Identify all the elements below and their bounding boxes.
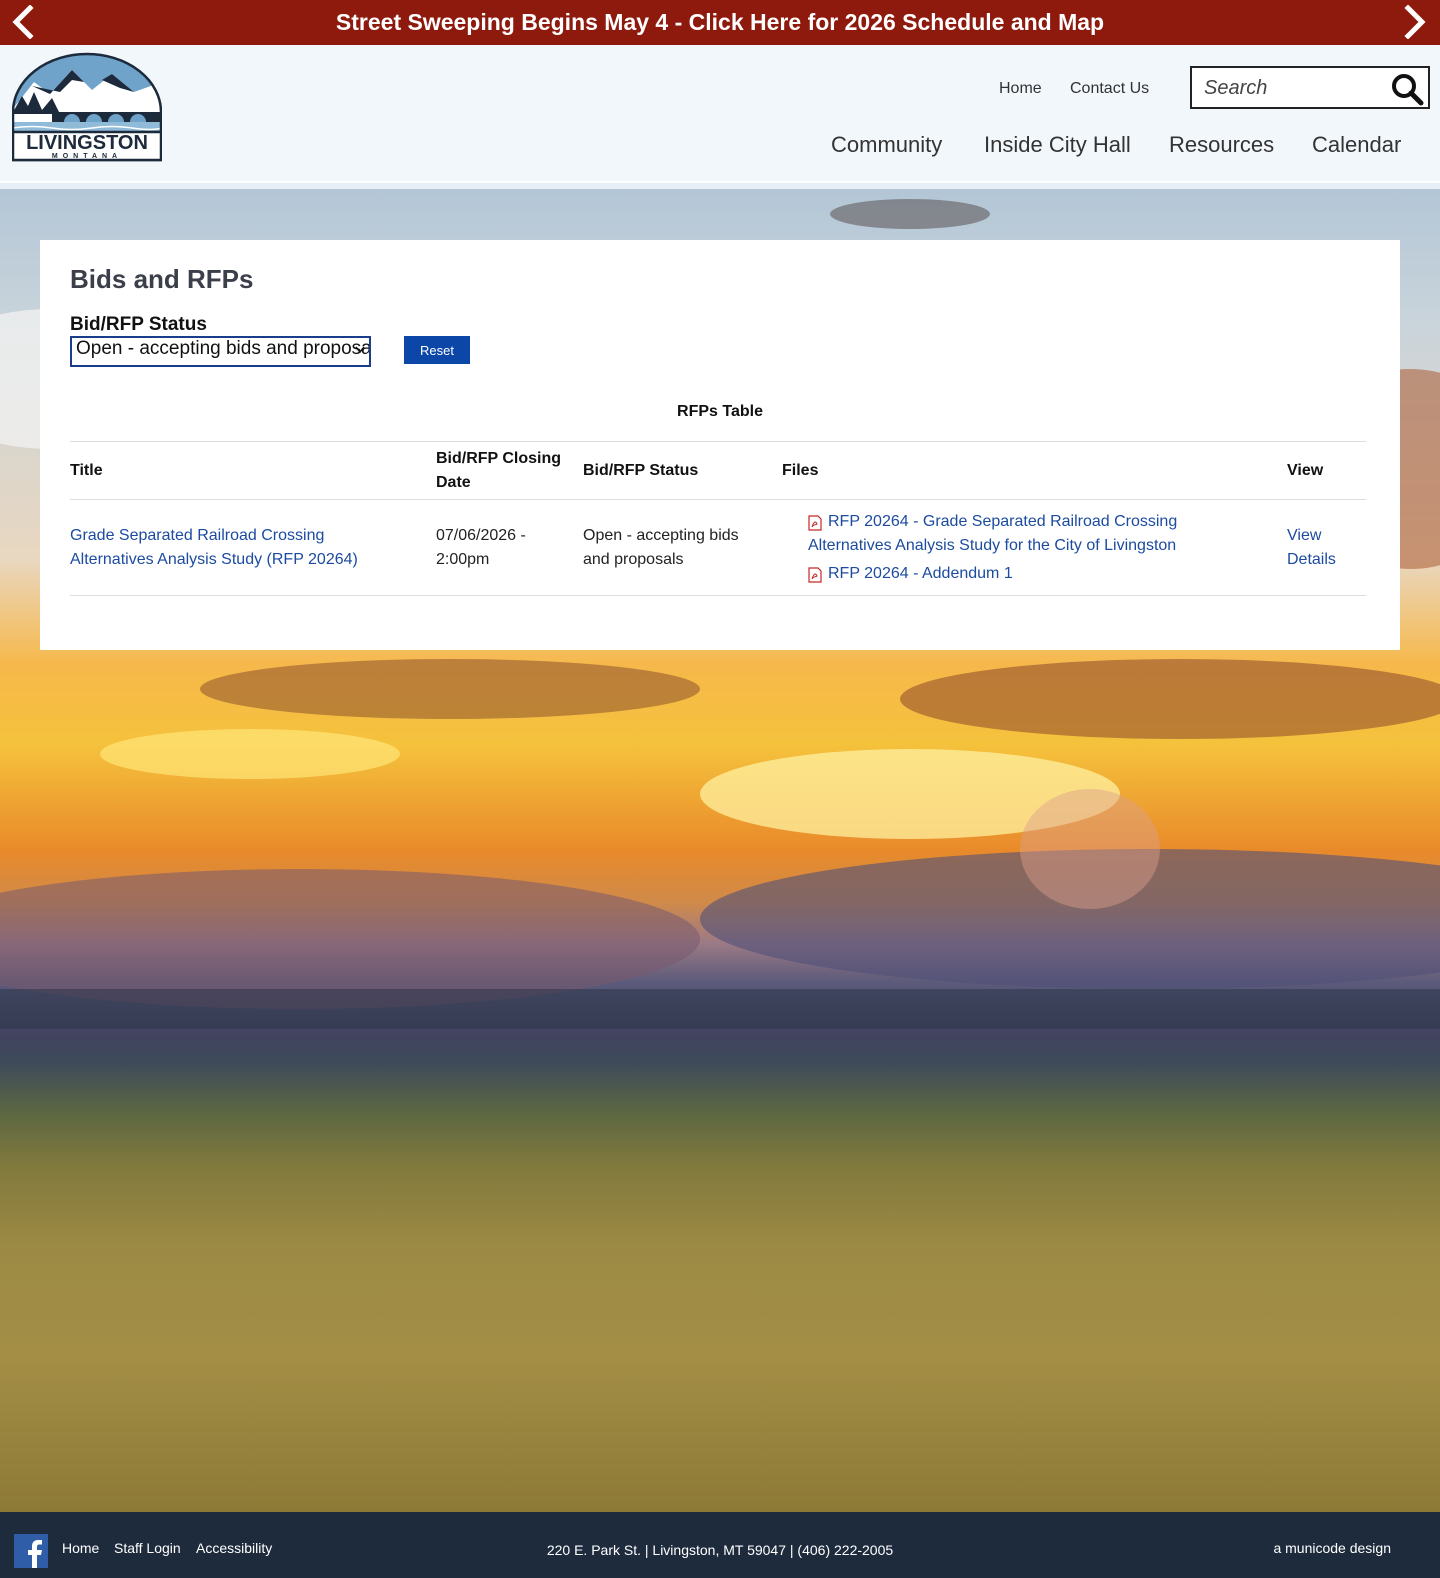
file-link-addendum[interactable]: RFP 20264 - Addendum 1 (808, 562, 1013, 586)
table-caption: RFPs Table (677, 403, 763, 420)
nav-community[interactable]: Community (831, 132, 942, 158)
alert-banner: Street Sweeping Begins May 4 - Click Her… (0, 0, 1440, 45)
chevron-left-icon[interactable] (8, 5, 38, 39)
nav-calendar[interactable]: Calendar (1312, 132, 1401, 158)
site-footer: Home Staff Login Accessibility 220 E. Pa… (0, 1512, 1440, 1578)
alert-link[interactable]: Street Sweeping Begins May 4 - Click Her… (336, 9, 1104, 36)
header-view: View (1287, 441, 1366, 500)
table-row: Grade Separated Railroad Crossing Altern… (70, 499, 1366, 596)
content-panel: Bids and RFPs Bid/RFP Status Open - acce… (40, 240, 1400, 650)
nav-resources[interactable]: Resources (1169, 132, 1274, 158)
rfp-title-link[interactable]: Grade Separated Railroad Crossing Altern… (70, 524, 380, 572)
view-details-link[interactable]: View Details (1287, 524, 1347, 572)
svg-text:MONTANA: MONTANA (52, 153, 122, 160)
file-item: RFP 20264 - Addendum 1 (782, 562, 1287, 586)
rfp-table: Title Bid/RFP Closing Date Bid/RFP Statu… (70, 441, 1366, 596)
pdf-icon (808, 566, 822, 583)
svg-text:LIVINGSTON: LIVINGSTON (26, 132, 148, 154)
page-title: Bids and RFPs (70, 264, 254, 294)
footer-address: 220 E. Park St. | Livingston, MT 59047 |… (546, 1542, 894, 1558)
nav-inside-city-hall[interactable]: Inside City Hall (984, 132, 1131, 158)
city-logo[interactable]: LIVINGSTON MONTANA (12, 52, 162, 162)
status-text: Open - accepting bids and proposals (583, 526, 739, 568)
table-header-row: Title Bid/RFP Closing Date Bid/RFP Statu… (70, 441, 1366, 500)
search-box (1190, 66, 1430, 109)
search-icon[interactable] (1390, 72, 1424, 106)
footer-credit[interactable]: a municode design (1273, 1540, 1391, 1556)
util-nav-home[interactable]: Home (999, 80, 1042, 98)
pdf-icon (808, 514, 822, 531)
header-closing-date[interactable]: Bid/RFP Closing Date (436, 441, 583, 500)
closing-date: 07/06/2026 - 2:00pm (436, 526, 526, 568)
header-divider (0, 181, 1440, 189)
status-filter-label: Bid/RFP Status (70, 314, 207, 335)
reset-button[interactable]: Reset (404, 336, 470, 364)
chevron-down-icon (355, 346, 365, 354)
chevron-right-icon[interactable] (1400, 5, 1430, 39)
header-status[interactable]: Bid/RFP Status (583, 441, 782, 500)
search-input[interactable] (1204, 75, 1384, 101)
header-files: Files (782, 441, 1287, 500)
file-item: RFP 20264 - Grade Separated Railroad Cro… (782, 510, 1287, 558)
status-filter-select[interactable]: Open - accepting bids and proposals (70, 336, 371, 367)
file-link-rfp-document[interactable]: RFP 20264 - Grade Separated Railroad Cro… (808, 510, 1228, 558)
header-title[interactable]: Title (70, 441, 436, 500)
util-nav-contact[interactable]: Contact Us (1070, 80, 1149, 98)
